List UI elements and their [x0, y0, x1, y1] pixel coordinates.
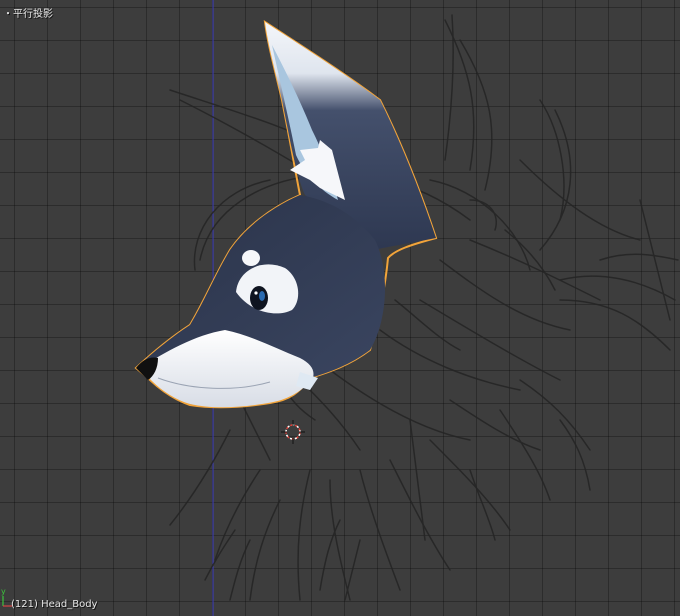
fox-head-mesh[interactable] [134, 19, 438, 409]
3d-cursor-icon[interactable] [281, 420, 305, 444]
view-projection-label: ・平行投影 [3, 9, 53, 20]
axis-y-label: y [1, 587, 6, 596]
3d-viewport[interactable]: ・平行投影 y (121) Head_Body [0, 0, 680, 616]
active-object-label: (121) Head_Body [11, 599, 98, 610]
scene-canvas [2, 0, 679, 616]
